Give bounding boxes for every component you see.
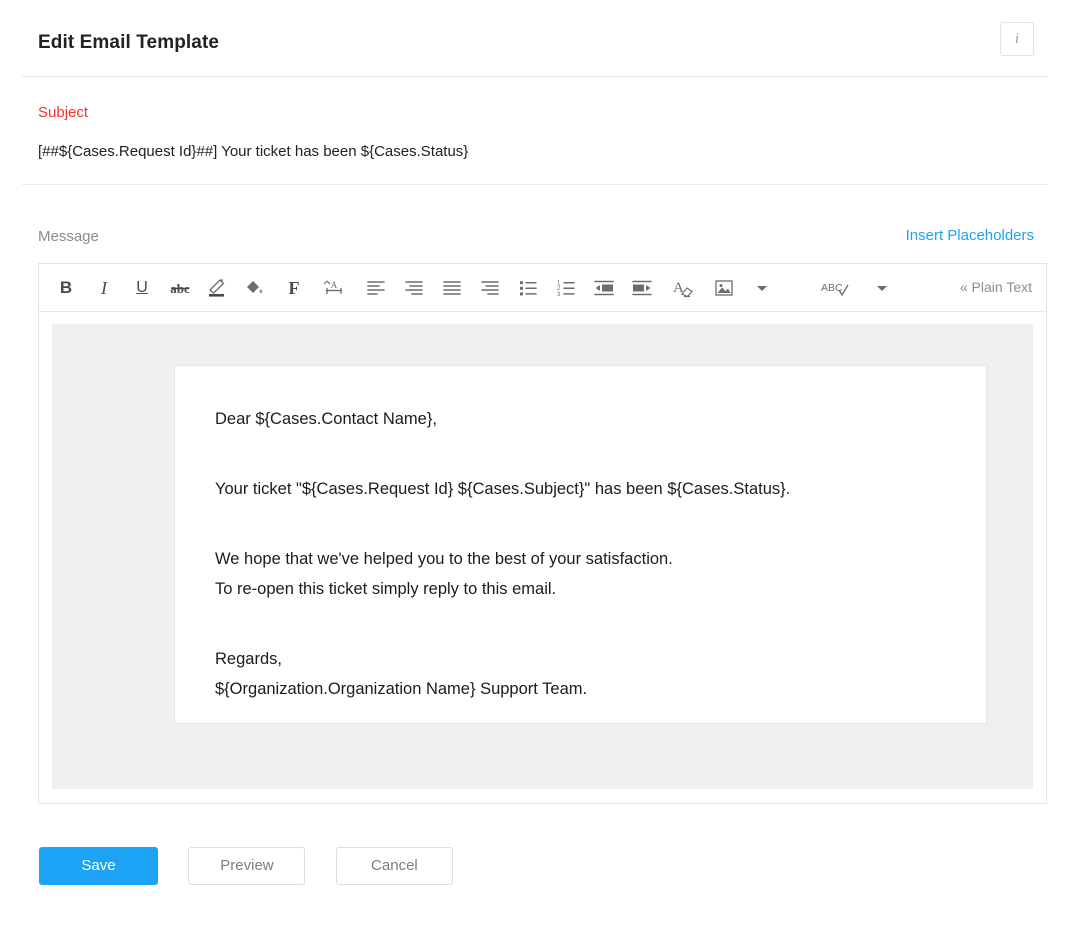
align-justify-icon[interactable] [433, 265, 471, 311]
more-options-icon[interactable] [743, 265, 781, 311]
info-glyph: i [1014, 31, 1020, 47]
svg-text:A: A [331, 280, 338, 290]
italic-icon[interactable]: I [85, 265, 123, 311]
page-title: Edit Email Template [38, 32, 220, 53]
font-family-icon[interactable]: F [275, 265, 313, 311]
save-button[interactable]: Save [39, 847, 158, 885]
email-greeting: Dear ${Cases.Contact Name}, [215, 410, 437, 428]
outdent-icon[interactable] [585, 265, 623, 311]
message-label: Message [38, 228, 99, 245]
underline-label: U [136, 278, 148, 296]
info-icon[interactable]: i [1000, 22, 1034, 56]
edit-email-template-page: Edit Email Template i Subject [##${Cases… [0, 0, 1080, 936]
email-ticket-line: Your ticket "${Cases.Request Id} ${Cases… [215, 480, 791, 498]
cancel-button[interactable]: Cancel [335, 847, 453, 885]
plain-text-toggle[interactable]: « Plain Text [960, 264, 1032, 310]
bold-icon[interactable]: B [47, 265, 85, 311]
email-body[interactable]: Dear ${Cases.Contact Name}, Your ticket … [215, 404, 962, 704]
subject-section: Subject [##${Cases.Request Id}##] Your t… [22, 95, 1048, 185]
page-header: Edit Email Template i [22, 22, 1048, 77]
indent-icon[interactable] [623, 265, 661, 311]
subject-input[interactable]: [##${Cases.Request Id}##] Your ticket ha… [38, 143, 468, 160]
svg-text:3: 3 [557, 291, 561, 296]
email-reopen-line: To re-open this ticket simply reply to t… [215, 580, 557, 598]
email-signature-paragraph: Regards, ${Organization.Organization Nam… [215, 644, 962, 704]
align-left-icon[interactable] [357, 265, 395, 311]
line-height-icon[interactable]: A [313, 265, 357, 311]
email-hope-paragraph: We hope that we've helped you to the bes… [215, 544, 962, 604]
underline-icon[interactable]: U [123, 265, 161, 311]
email-hope-line: We hope that we've helped you to the bes… [215, 550, 673, 568]
email-greeting-paragraph: Dear ${Cases.Contact Name}, [215, 404, 962, 434]
preview-button[interactable]: Preview [188, 847, 306, 885]
align-center-icon[interactable] [395, 265, 433, 311]
email-ticket-paragraph: Your ticket "${Cases.Request Id} ${Cases… [215, 474, 962, 504]
align-right-icon[interactable] [471, 265, 509, 311]
clear-formatting-icon[interactable]: A [661, 265, 705, 311]
editor-canvas[interactable]: Dear ${Cases.Contact Name}, Your ticket … [52, 324, 1033, 789]
email-regards: Regards, [215, 650, 282, 668]
subject-label: Subject [38, 104, 89, 121]
spellcheck-dropdown-icon[interactable] [863, 265, 901, 311]
email-content-card[interactable]: Dear ${Cases.Contact Name}, Your ticket … [174, 365, 987, 724]
font-label: F [288, 277, 300, 298]
form-actions: Save Preview Cancel [39, 847, 479, 885]
background-color-icon[interactable] [237, 265, 275, 311]
editor-toolbar: B I U abc F A 1 2 3 A ABC « Plain Text [39, 264, 1046, 312]
insert-image-icon[interactable] [705, 265, 743, 311]
bullet-list-icon[interactable] [509, 265, 547, 311]
italic-label: I [101, 277, 107, 298]
text-color-icon[interactable] [199, 265, 237, 311]
email-signature: ${Organization.Organization Name} Suppor… [215, 680, 588, 698]
numbered-list-icon[interactable]: 1 2 3 [547, 265, 585, 311]
bold-label: B [59, 278, 73, 297]
rich-text-editor: B I U abc F A 1 2 3 A ABC « Plain Text D… [38, 263, 1047, 804]
insert-placeholders-link[interactable]: Insert Placeholders [906, 227, 1034, 244]
spellcheck-icon[interactable]: ABC [809, 265, 863, 311]
strikethrough-icon[interactable]: abc [161, 265, 199, 311]
